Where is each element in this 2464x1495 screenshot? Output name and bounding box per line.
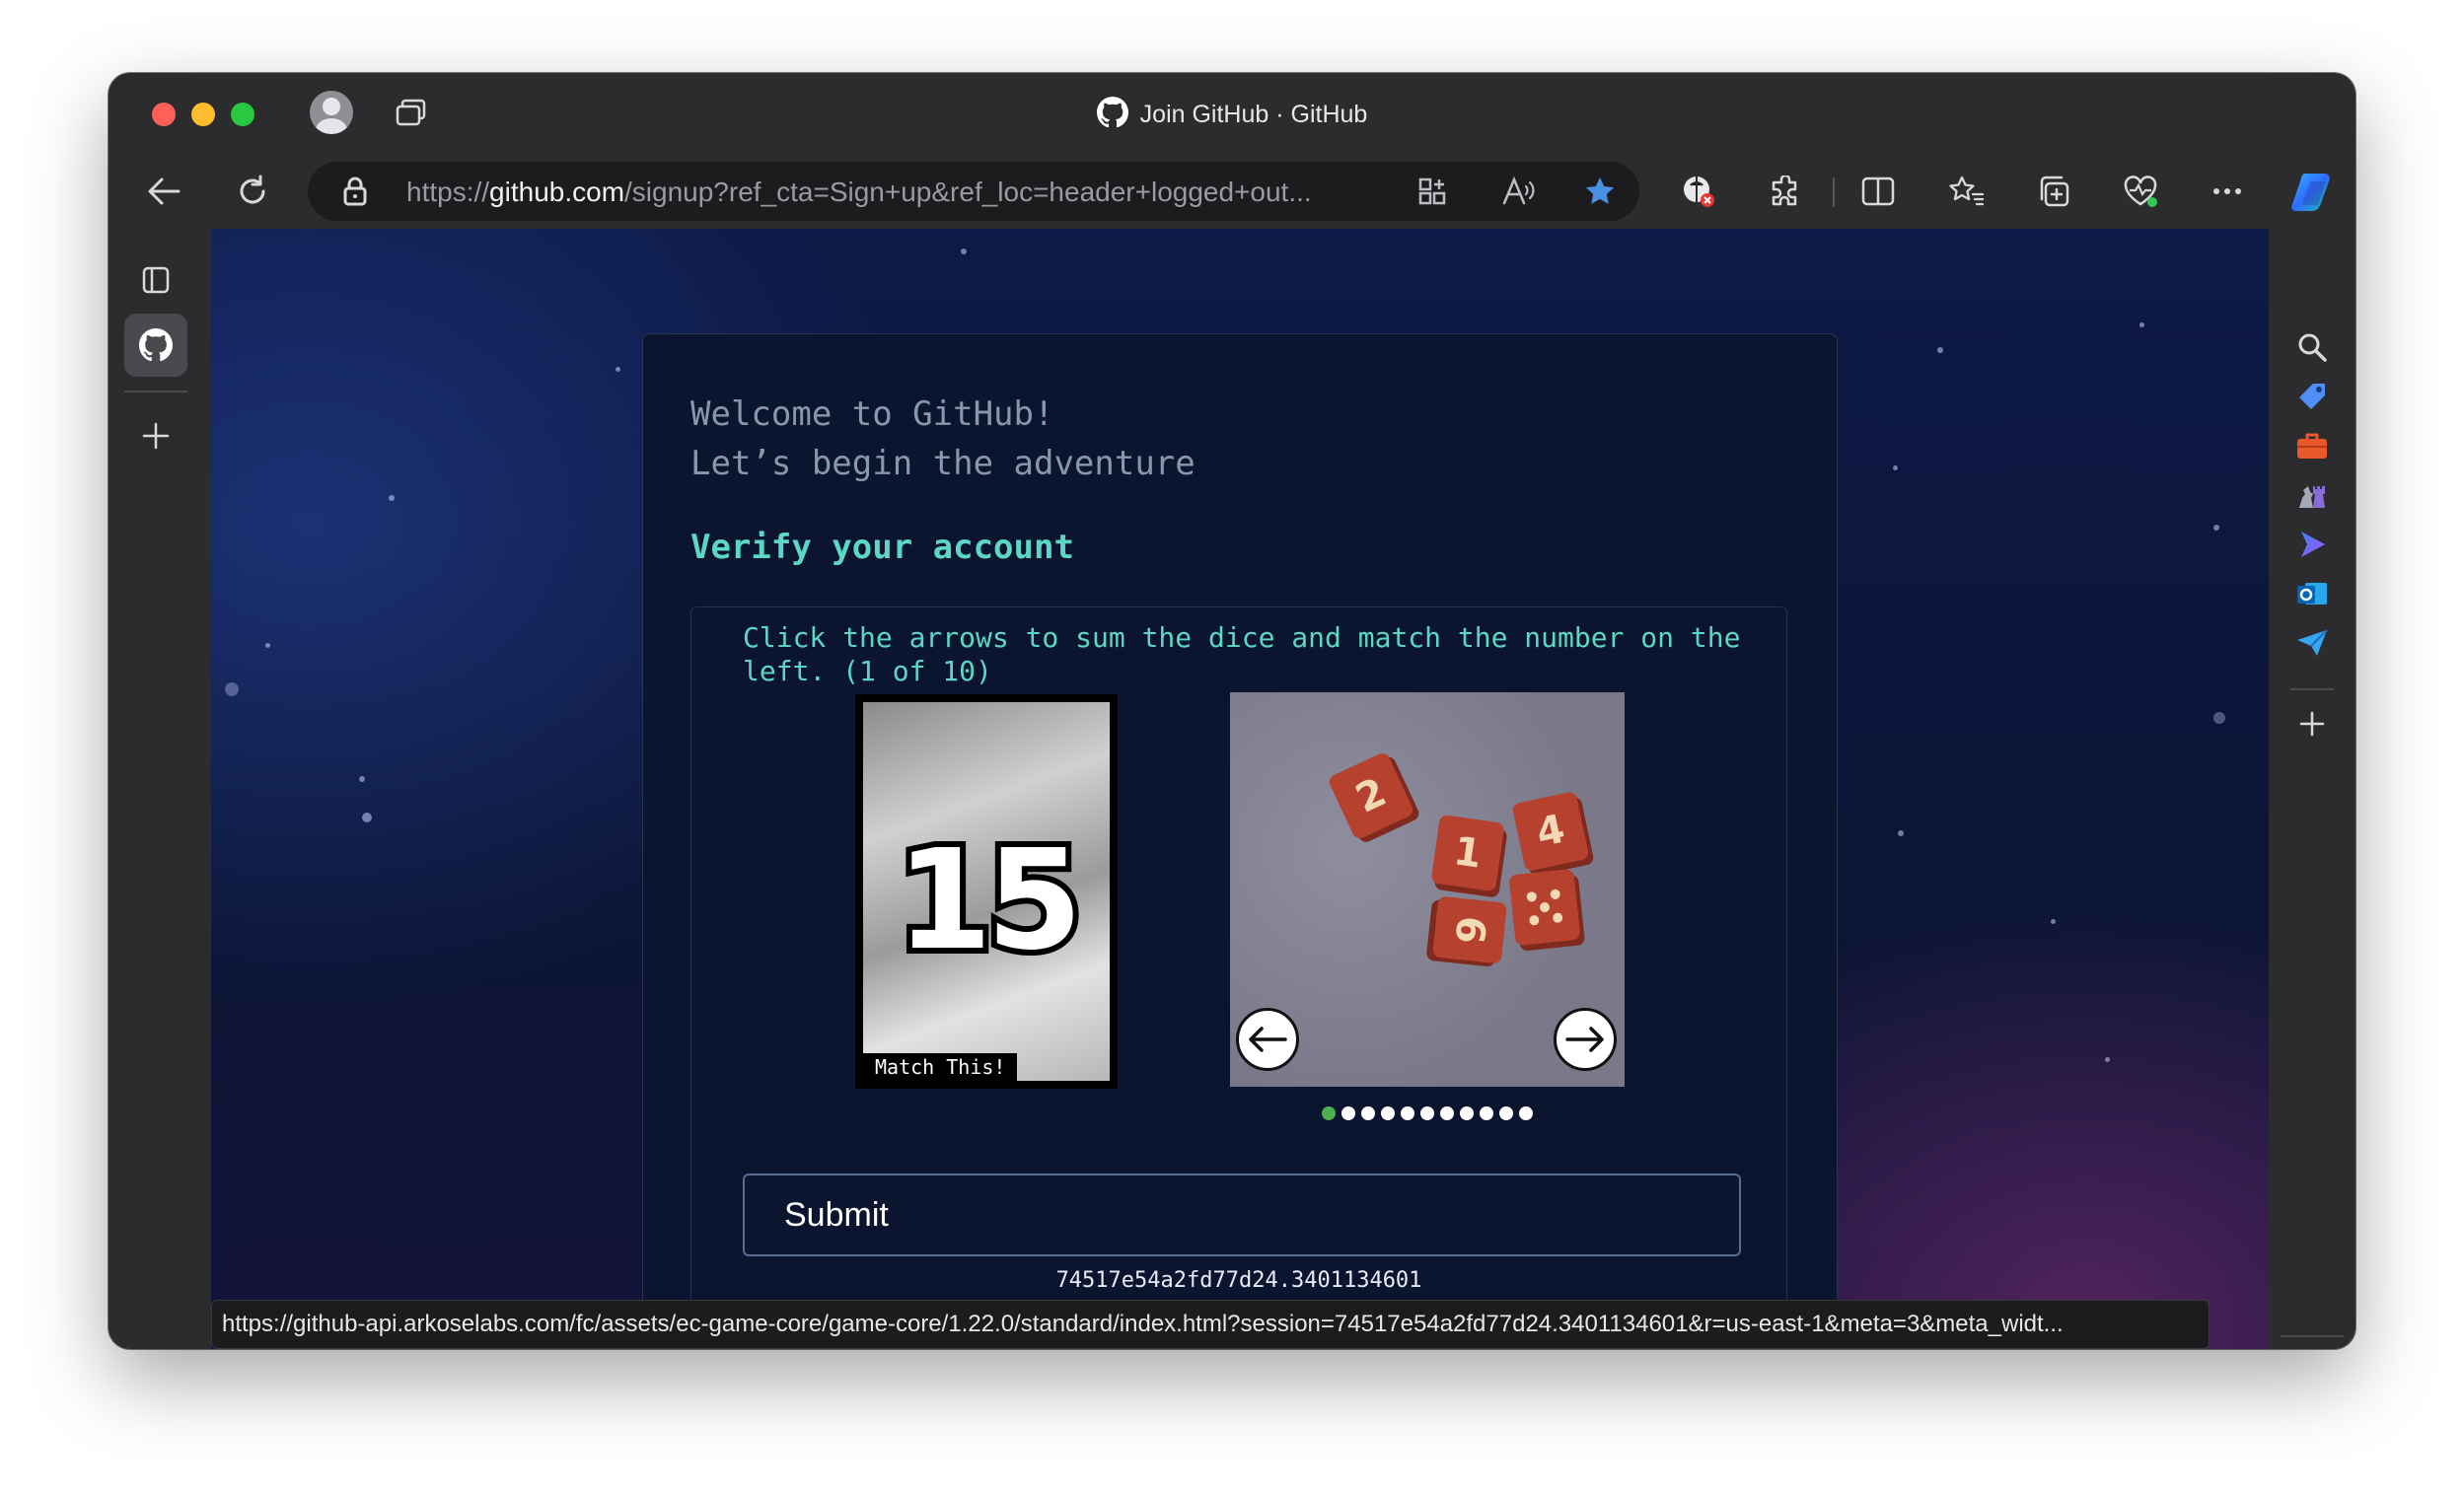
background-star xyxy=(2213,712,2225,724)
page-dots xyxy=(1230,1106,1625,1125)
reload-icon[interactable] xyxy=(233,172,272,211)
submit-button[interactable]: Submit xyxy=(743,1174,1741,1256)
match-this-label: Match This! xyxy=(863,1053,1018,1081)
title-bar: Join GitHub · GitHub xyxy=(109,73,2355,152)
star-filled-icon[interactable] xyxy=(1582,174,1618,209)
search-icon[interactable] xyxy=(2290,325,2334,369)
page-content: Welcome to GitHub! Let’s begin the adven… xyxy=(211,229,2269,1349)
page-dot xyxy=(1361,1106,1375,1120)
url-domain: github.com xyxy=(489,177,625,207)
toolbar-divider xyxy=(1833,178,1835,207)
url-rest: /signup?ref_cta=Sign+up&ref_loc=header+l… xyxy=(624,177,1312,207)
page-dot xyxy=(1480,1106,1493,1120)
target-number-image: 15 Match This! xyxy=(855,694,1118,1089)
signup-card: Welcome to GitHub! Let’s begin the adven… xyxy=(642,333,1838,1349)
background-star xyxy=(1898,830,1904,836)
read-aloud-icon[interactable] xyxy=(1501,174,1537,209)
split-screen-icon[interactable] xyxy=(1858,172,1898,211)
left-vertical-tabs xyxy=(109,231,211,1349)
collections-icon[interactable] xyxy=(2034,172,2073,211)
session-id: 74517e54a2fd77d24.3401134601 xyxy=(1055,1268,1422,1293)
background-star xyxy=(616,367,620,372)
captcha-puzzle: Click the arrows to sum the dice and mat… xyxy=(690,606,1787,1349)
add-sidebar-app-icon[interactable] xyxy=(2290,702,2334,746)
sidebar-divider xyxy=(2290,688,2334,690)
github-tab-icon[interactable] xyxy=(124,314,187,377)
page-dot xyxy=(1519,1106,1533,1120)
page-dot xyxy=(1381,1106,1395,1120)
tools-briefcase-icon[interactable] xyxy=(2290,424,2334,467)
page-dot xyxy=(1499,1106,1513,1120)
more-icon[interactable] xyxy=(2208,172,2247,211)
background-star xyxy=(389,495,395,501)
status-bar-url: https://github-api.arkoselabs.com/fc/ass… xyxy=(211,1300,2210,1349)
target-image-background: 15 Match This! xyxy=(863,702,1110,1081)
extensions-icon[interactable] xyxy=(1766,172,1805,211)
background-star xyxy=(2139,322,2144,327)
welcome-text: Welcome to GitHub! Let’s begin the adven… xyxy=(690,390,1196,488)
browser-window: Join GitHub · GitHub https://github.com/… xyxy=(109,73,2355,1349)
verify-heading: Verify your account xyxy=(690,528,1074,567)
background-star xyxy=(2213,525,2219,531)
page-dot xyxy=(1341,1106,1355,1120)
send-paper-plane-icon[interactable] xyxy=(2290,621,2334,665)
copilot-sidebar-icon[interactable] xyxy=(2290,523,2334,566)
shopping-tag-icon[interactable] xyxy=(2290,375,2334,418)
page-dot xyxy=(1401,1106,1414,1120)
games-chess-icon[interactable] xyxy=(2290,473,2334,517)
welcome-line-1: Welcome to GitHub! xyxy=(690,394,1054,434)
background-star xyxy=(961,249,967,254)
page-dot xyxy=(1420,1106,1434,1120)
github-logo-icon xyxy=(1096,97,1128,128)
background-star xyxy=(359,776,365,782)
background-star xyxy=(2105,1057,2110,1062)
page-dot xyxy=(1460,1106,1474,1120)
new-tab-icon[interactable] xyxy=(124,404,187,467)
browser-toolbar: https://github.com/signup?ref_cta=Sign+u… xyxy=(109,152,2355,231)
target-number: 15 xyxy=(891,815,1089,987)
copilot-icon[interactable] xyxy=(2288,166,2342,219)
background-star xyxy=(265,643,270,648)
lock-icon[interactable] xyxy=(341,176,369,207)
background-star xyxy=(225,682,239,696)
welcome-line-2: Let’s begin the adventure xyxy=(690,444,1196,483)
background-star xyxy=(1937,347,1943,353)
address-bar[interactable]: https://github.com/signup?ref_cta=Sign+u… xyxy=(308,162,1639,221)
window-title-text: Join GitHub · GitHub xyxy=(1139,101,1368,128)
background-star xyxy=(1893,465,1898,470)
outlook-icon[interactable] xyxy=(2290,572,2334,615)
browser-essentials-icon[interactable] xyxy=(2121,172,2160,211)
page-dot xyxy=(1322,1106,1336,1120)
window-title: Join GitHub · GitHub xyxy=(109,97,2355,129)
background-star xyxy=(2051,919,2056,924)
url-prefix: https:// xyxy=(406,177,490,207)
url-text[interactable]: https://github.com/signup?ref_cta=Sign+u… xyxy=(406,177,1312,208)
back-arrow-icon[interactable] xyxy=(144,172,183,211)
app-available-icon[interactable] xyxy=(1414,174,1450,209)
favorites-icon[interactable] xyxy=(1947,172,1987,211)
tracking-prevention-icon[interactable] xyxy=(1679,172,1718,211)
right-sidebar xyxy=(2269,231,2355,1349)
tabs-divider xyxy=(124,391,187,392)
page-indicator xyxy=(1230,607,1625,1120)
sidebar-divider-bottom xyxy=(2281,1335,2344,1337)
background-star xyxy=(362,813,372,822)
tab-panel-icon[interactable] xyxy=(124,249,187,312)
page-dot xyxy=(1440,1106,1454,1120)
